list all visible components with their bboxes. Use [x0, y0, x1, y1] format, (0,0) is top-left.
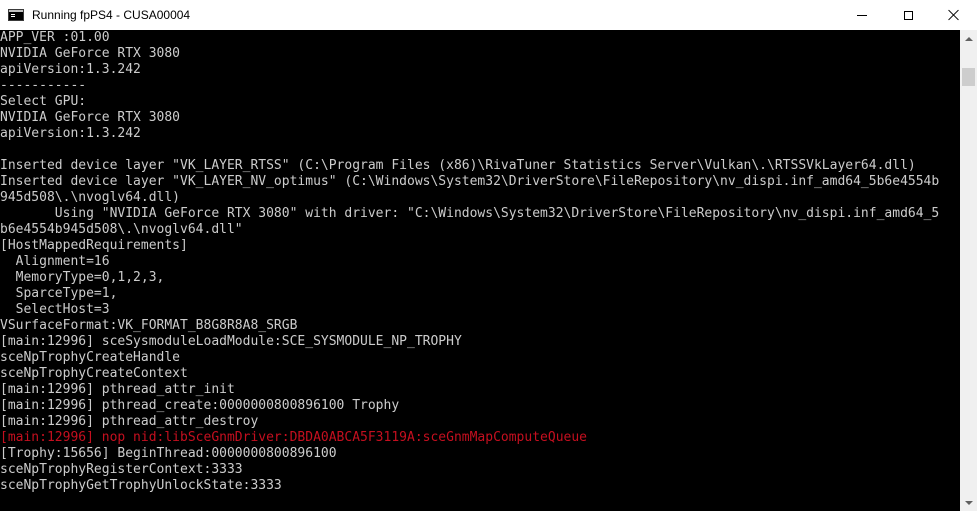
scroll-up-button[interactable]: [960, 30, 977, 47]
console-line: [main:12996] pthread_attr_destroy: [0, 414, 259, 429]
close-icon: [948, 9, 960, 21]
console-output[interactable]: APP_VER :01.00 NVIDIA GeForce RTX 3080 api…: [0, 30, 960, 511]
console-line: [main:12996] sceSysmoduleLoadModule:SCE_…: [0, 334, 462, 349]
console-line: sceNpTrophyRegisterContext:3333: [0, 462, 243, 477]
console-line: Using "NVIDIA GeForce RTX 3080" with dri…: [0, 206, 940, 221]
console-line: apiVersion:1.3.242: [0, 126, 141, 141]
console-line: apiVersion:1.3.242: [0, 62, 141, 77]
console-line: SelectHost=3: [0, 302, 110, 317]
console-line: APP_VER :01.00: [0, 30, 110, 45]
console-line: MemoryType=0,1,2,3,: [0, 270, 165, 285]
console-line: Alignment=16: [0, 254, 110, 269]
scroll-down-button[interactable]: [960, 494, 977, 511]
maximize-icon: [903, 10, 913, 20]
console-window: Running fpPS4 - CUSA00004 APP_VER :01.00…: [0, 0, 977, 511]
chevron-up-icon: [964, 36, 973, 41]
console-line: sceNpTrophyGetTrophyUnlockState:3333: [0, 478, 282, 493]
minimize-button[interactable]: [839, 0, 885, 30]
console-line: [Trophy:15656] BeginThread:0000000800896…: [0, 446, 337, 461]
console-line: b6e4554b945d508\.\nvoglv64.dll": [0, 222, 243, 237]
console-line: VSurfaceFormat:VK_FORMAT_B8G8R8A8_SRGB: [0, 318, 298, 333]
chevron-down-icon: [964, 500, 973, 505]
console-line: Select GPU:: [0, 94, 87, 109]
close-button[interactable]: [931, 0, 977, 30]
caption-buttons: [839, 0, 977, 30]
console-app-icon[interactable]: [8, 9, 24, 21]
window-title: Running fpPS4 - CUSA00004: [32, 8, 191, 22]
scroll-thumb[interactable]: [962, 68, 975, 86]
minimize-icon: [857, 14, 867, 16]
console-line: SparceType=1,: [0, 286, 118, 301]
console-line: NVIDIA GeForce RTX 3080: [0, 110, 181, 125]
console-line: 945d508\.\nvoglv64.dll): [0, 190, 181, 205]
console-line: -----------: [0, 78, 87, 93]
console-line: sceNpTrophyCreateContext: [0, 366, 188, 381]
console-error-line: [main:12996] nop nid:libSceGnmDriver:DBD…: [0, 430, 587, 445]
console-line: Inserted device layer "VK_LAYER_NV_optim…: [0, 174, 940, 189]
console-line: Inserted device layer "VK_LAYER_RTSS" (C…: [0, 158, 916, 173]
vertical-scrollbar[interactable]: [960, 30, 977, 511]
maximize-button[interactable]: [885, 0, 931, 30]
console-line: [main:12996] pthread_attr_init: [0, 382, 235, 397]
title-bar[interactable]: Running fpPS4 - CUSA00004: [0, 0, 977, 30]
console-line: NVIDIA GeForce RTX 3080: [0, 46, 181, 61]
console-line: [main:12996] pthread_create:000000080089…: [0, 398, 400, 413]
console-line: [HostMappedRequirements]: [0, 238, 188, 253]
console-line: sceNpTrophyCreateHandle: [0, 350, 181, 365]
